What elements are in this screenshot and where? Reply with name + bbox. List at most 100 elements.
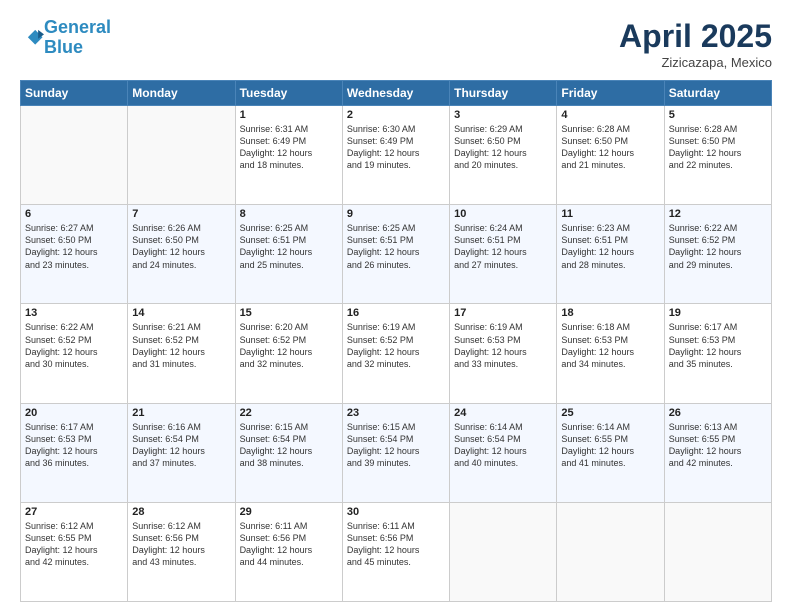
calendar-cell: 11 Sunrise: 6:23 AMSunset: 6:51 PMDayligh… (557, 205, 664, 304)
day-number: 23 (347, 407, 445, 419)
weekday-header-monday: Monday (128, 81, 235, 106)
calendar-cell (21, 106, 128, 205)
day-number: 6 (25, 208, 123, 220)
cell-text: Sunrise: 6:29 AMSunset: 6:50 PMDaylight:… (454, 123, 552, 172)
day-number: 17 (454, 307, 552, 319)
calendar-cell: 18 Sunrise: 6:18 AMSunset: 6:53 PMDayligh… (557, 304, 664, 403)
calendar-row-4: 27 Sunrise: 6:12 AMSunset: 6:55 PMDayligh… (21, 502, 772, 601)
day-number: 27 (25, 506, 123, 518)
calendar-row-3: 20 Sunrise: 6:17 AMSunset: 6:53 PMDayligh… (21, 403, 772, 502)
cell-text: Sunrise: 6:13 AMSunset: 6:55 PMDaylight:… (669, 421, 767, 470)
day-number: 11 (561, 208, 659, 220)
header: General Blue April 2025 Zizicazapa, Mexi… (20, 18, 772, 70)
cell-text: Sunrise: 6:30 AMSunset: 6:49 PMDaylight:… (347, 123, 445, 172)
cell-text: Sunrise: 6:22 AMSunset: 6:52 PMDaylight:… (669, 222, 767, 271)
cell-text: Sunrise: 6:12 AMSunset: 6:56 PMDaylight:… (132, 520, 230, 569)
weekday-header-wednesday: Wednesday (342, 81, 449, 106)
day-number: 28 (132, 506, 230, 518)
calendar-row-2: 13Sunrise: 6:22 AMSunset: 6:52 PMDayligh… (21, 304, 772, 403)
calendar-cell: 5 Sunrise: 6:28 AMSunset: 6:50 PMDaylight… (664, 106, 771, 205)
cell-text: Sunrise: 6:14 AMSunset: 6:55 PMDaylight:… (561, 421, 659, 470)
day-number: 12 (669, 208, 767, 220)
calendar-cell: 26 Sunrise: 6:13 AMSunset: 6:55 PMDayligh… (664, 403, 771, 502)
calendar-cell: 19Sunrise: 6:17 AMSunset: 6:53 PMDayligh… (664, 304, 771, 403)
page: General Blue April 2025 Zizicazapa, Mexi… (0, 0, 792, 612)
logo: General Blue (20, 18, 111, 58)
day-number: 21 (132, 407, 230, 419)
day-number: 9 (347, 208, 445, 220)
cell-text: Sunrise: 6:25 AMSunset: 6:51 PMDaylight:… (240, 222, 338, 271)
calendar-cell: 16Sunrise: 6:19 AMSunset: 6:52 PMDayligh… (342, 304, 449, 403)
calendar-cell: 12 Sunrise: 6:22 AMSunset: 6:52 PMDayligh… (664, 205, 771, 304)
day-number: 2 (347, 109, 445, 121)
weekday-header-friday: Friday (557, 81, 664, 106)
day-number: 20 (25, 407, 123, 419)
cell-text: Sunrise: 6:15 AMSunset: 6:54 PMDaylight:… (347, 421, 445, 470)
cell-text: Sunrise: 6:17 AMSunset: 6:53 PMDaylight:… (25, 421, 123, 470)
cell-text: Sunrise: 6:11 AMSunset: 6:56 PMDaylight:… (347, 520, 445, 569)
calendar-table: SundayMondayTuesdayWednesdayThursdayFrid… (20, 80, 772, 602)
location: Zizicazapa, Mexico (619, 55, 772, 70)
calendar-cell: 30 Sunrise: 6:11 AMSunset: 6:56 PMDayligh… (342, 502, 449, 601)
cell-text: Sunrise: 6:15 AMSunset: 6:54 PMDaylight:… (240, 421, 338, 470)
day-number: 26 (669, 407, 767, 419)
cell-text: Sunrise: 6:11 AMSunset: 6:56 PMDaylight:… (240, 520, 338, 569)
cell-text: Sunrise: 6:16 AMSunset: 6:54 PMDaylight:… (132, 421, 230, 470)
cell-text: Sunrise: 6:23 AMSunset: 6:51 PMDaylight:… (561, 222, 659, 271)
calendar-row-1: 6 Sunrise: 6:27 AMSunset: 6:50 PMDaylight… (21, 205, 772, 304)
logo-text: General Blue (44, 18, 111, 58)
calendar-cell: 10Sunrise: 6:24 AMSunset: 6:51 PMDayligh… (450, 205, 557, 304)
calendar-cell: 7Sunrise: 6:26 AMSunset: 6:50 PMDaylight… (128, 205, 235, 304)
cell-text: Sunrise: 6:25 AMSunset: 6:51 PMDaylight:… (347, 222, 445, 271)
day-number: 24 (454, 407, 552, 419)
cell-text: Sunrise: 6:18 AMSunset: 6:53 PMDaylight:… (561, 321, 659, 370)
calendar-cell: 14 Sunrise: 6:21 AMSunset: 6:52 PMDayligh… (128, 304, 235, 403)
day-number: 29 (240, 506, 338, 518)
cell-text: Sunrise: 6:21 AMSunset: 6:52 PMDaylight:… (132, 321, 230, 370)
day-number: 22 (240, 407, 338, 419)
day-number: 18 (561, 307, 659, 319)
cell-text: Sunrise: 6:19 AMSunset: 6:53 PMDaylight:… (454, 321, 552, 370)
cell-text: Sunrise: 6:19 AMSunset: 6:52 PMDaylight:… (347, 321, 445, 370)
month-title: April 2025 (619, 18, 772, 55)
calendar-cell: 23 Sunrise: 6:15 AMSunset: 6:54 PMDayligh… (342, 403, 449, 502)
calendar-cell: 28 Sunrise: 6:12 AMSunset: 6:56 PMDayligh… (128, 502, 235, 601)
day-number: 1 (240, 109, 338, 121)
calendar-cell: 4Sunrise: 6:28 AMSunset: 6:50 PMDaylight… (557, 106, 664, 205)
calendar-cell (128, 106, 235, 205)
calendar-cell: 6 Sunrise: 6:27 AMSunset: 6:50 PMDaylight… (21, 205, 128, 304)
calendar-cell: 17 Sunrise: 6:19 AMSunset: 6:53 PMDayligh… (450, 304, 557, 403)
calendar-cell: 8Sunrise: 6:25 AMSunset: 6:51 PMDaylight… (235, 205, 342, 304)
calendar-cell (450, 502, 557, 601)
calendar-cell: 24 Sunrise: 6:14 AMSunset: 6:54 PMDayligh… (450, 403, 557, 502)
calendar-cell: 25Sunrise: 6:14 AMSunset: 6:55 PMDayligh… (557, 403, 664, 502)
cell-text: Sunrise: 6:12 AMSunset: 6:55 PMDaylight:… (25, 520, 123, 569)
day-number: 15 (240, 307, 338, 319)
day-number: 10 (454, 208, 552, 220)
calendar-cell (664, 502, 771, 601)
cell-text: Sunrise: 6:28 AMSunset: 6:50 PMDaylight:… (669, 123, 767, 172)
day-number: 4 (561, 109, 659, 121)
cell-text: Sunrise: 6:14 AMSunset: 6:54 PMDaylight:… (454, 421, 552, 470)
weekday-header-thursday: Thursday (450, 81, 557, 106)
calendar-cell: 1Sunrise: 6:31 AMSunset: 6:49 PMDaylight… (235, 106, 342, 205)
logo-icon (22, 27, 44, 49)
cell-text: Sunrise: 6:27 AMSunset: 6:50 PMDaylight:… (25, 222, 123, 271)
day-number: 7 (132, 208, 230, 220)
weekday-header-sunday: Sunday (21, 81, 128, 106)
cell-text: Sunrise: 6:20 AMSunset: 6:52 PMDaylight:… (240, 321, 338, 370)
calendar-cell: 29 Sunrise: 6:11 AMSunset: 6:56 PMDayligh… (235, 502, 342, 601)
day-number: 30 (347, 506, 445, 518)
calendar-row-0: 1Sunrise: 6:31 AMSunset: 6:49 PMDaylight… (21, 106, 772, 205)
calendar-cell (557, 502, 664, 601)
calendar-cell: 13Sunrise: 6:22 AMSunset: 6:52 PMDayligh… (21, 304, 128, 403)
calendar-cell: 27 Sunrise: 6:12 AMSunset: 6:55 PMDayligh… (21, 502, 128, 601)
calendar-cell: 21 Sunrise: 6:16 AMSunset: 6:54 PMDayligh… (128, 403, 235, 502)
day-number: 5 (669, 109, 767, 121)
calendar-cell: 2 Sunrise: 6:30 AMSunset: 6:49 PMDaylight… (342, 106, 449, 205)
calendar-cell: 9 Sunrise: 6:25 AMSunset: 6:51 PMDaylight… (342, 205, 449, 304)
day-number: 14 (132, 307, 230, 319)
weekday-header-saturday: Saturday (664, 81, 771, 106)
calendar-cell: 3Sunrise: 6:29 AMSunset: 6:50 PMDaylight… (450, 106, 557, 205)
logo-line1: General (44, 17, 111, 37)
